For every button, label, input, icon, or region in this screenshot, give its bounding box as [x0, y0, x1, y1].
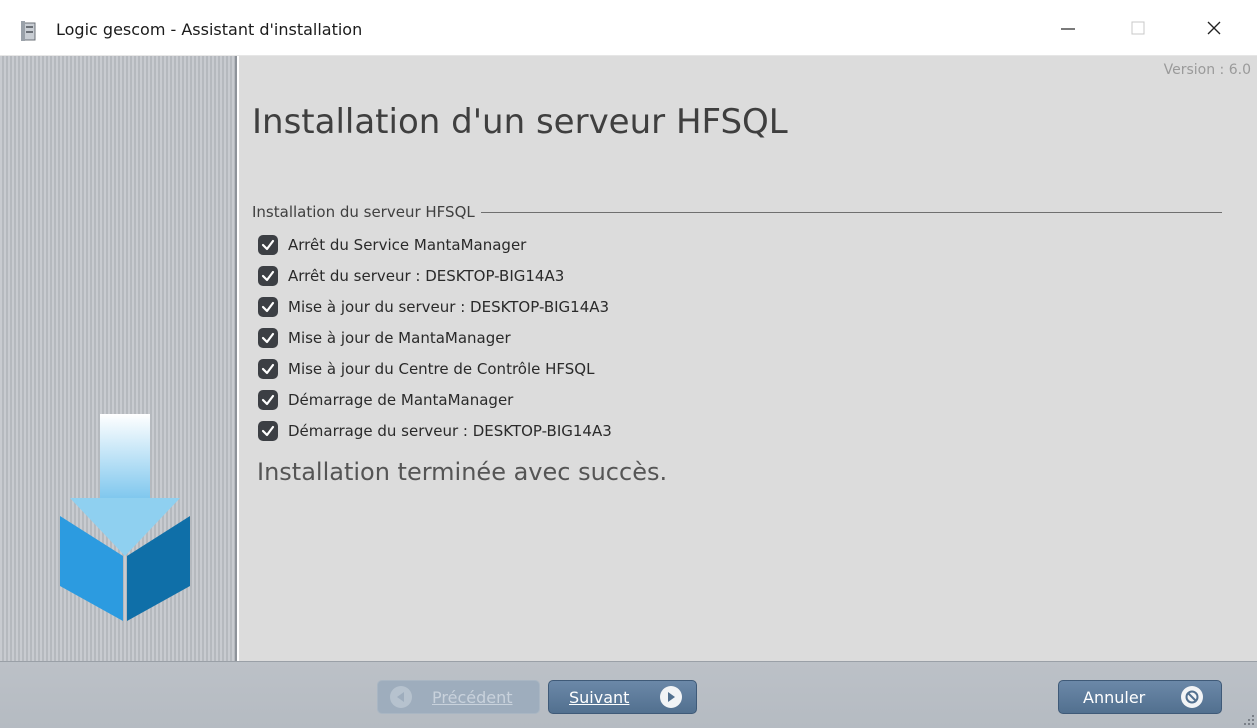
- check-icon: [258, 358, 278, 379]
- title-bar: Logic gescom - Assistant d'installation: [0, 0, 1257, 56]
- step-label: Arrêt du serveur : DESKTOP-BIG14A3: [288, 266, 565, 285]
- step-item: Arrêt du serveur : DESKTOP-BIG14A3: [258, 260, 1222, 291]
- group-title: Installation du serveur HFSQL: [252, 203, 475, 221]
- cancel-icon: [1181, 686, 1203, 708]
- step-item: Mise à jour du Centre de Contrôle HFSQL: [258, 353, 1222, 384]
- wizard-footer: Précédent Suivant Annuler: [0, 661, 1257, 728]
- arrow-right-icon: [660, 686, 682, 708]
- step-item: Mise à jour de MantaManager: [258, 322, 1222, 353]
- step-label: Mise à jour du Centre de Contrôle HFSQL: [288, 359, 595, 378]
- wizard-banner: [0, 56, 237, 661]
- minimize-icon: [1061, 28, 1075, 30]
- maximize-button[interactable]: [1110, 0, 1166, 56]
- maximize-icon: [1131, 21, 1145, 35]
- step-label: Mise à jour de MantaManager: [288, 328, 511, 347]
- cancel-button-label: Annuler: [1083, 687, 1146, 707]
- install-steps-group: Installation du serveur HFSQL Arrêt du S…: [252, 202, 1222, 446]
- check-icon: [258, 234, 278, 255]
- step-list: Arrêt du Service MantaManager Arrêt du s…: [258, 229, 1222, 446]
- check-icon: [258, 327, 278, 348]
- check-icon: [258, 420, 278, 441]
- step-item: Arrêt du Service MantaManager: [258, 229, 1222, 260]
- page-title: Installation d'un serveur HFSQL: [252, 102, 788, 142]
- window-title: Logic gescom - Assistant d'installation: [56, 20, 363, 39]
- step-item: Démarrage du serveur : DESKTOP-BIG14A3: [258, 415, 1222, 446]
- next-button[interactable]: Suivant: [548, 680, 697, 714]
- resize-grip-icon[interactable]: [1243, 714, 1255, 726]
- status-message: Installation terminée avec succès.: [257, 458, 668, 486]
- close-icon: [1207, 21, 1221, 35]
- step-label: Démarrage du serveur : DESKTOP-BIG14A3: [288, 421, 612, 440]
- next-button-label: Suivant: [569, 687, 630, 707]
- step-item: Mise à jour du serveur : DESKTOP-BIG14A3: [258, 291, 1222, 322]
- step-item: Démarrage de MantaManager: [258, 384, 1222, 415]
- previous-button-label: Précédent: [432, 687, 513, 707]
- check-icon: [258, 389, 278, 410]
- version-label: Version : 6.0: [1163, 62, 1251, 78]
- check-icon: [258, 296, 278, 317]
- wizard-content: Version : 6.0 Installation d'un serveur …: [239, 56, 1257, 661]
- check-icon: [258, 265, 278, 286]
- install-box-illustration: [60, 414, 190, 621]
- step-label: Arrêt du Service MantaManager: [288, 235, 527, 254]
- cancel-button[interactable]: Annuler: [1058, 680, 1222, 714]
- previous-button[interactable]: Précédent: [377, 680, 540, 714]
- step-label: Mise à jour du serveur : DESKTOP-BIG14A3: [288, 297, 610, 316]
- minimize-button[interactable]: [1040, 0, 1096, 56]
- arrow-left-icon: [390, 686, 412, 708]
- app-icon: [21, 21, 36, 41]
- close-button[interactable]: [1186, 0, 1242, 56]
- step-label: Démarrage de MantaManager: [288, 390, 514, 409]
- group-divider: [480, 211, 1222, 213]
